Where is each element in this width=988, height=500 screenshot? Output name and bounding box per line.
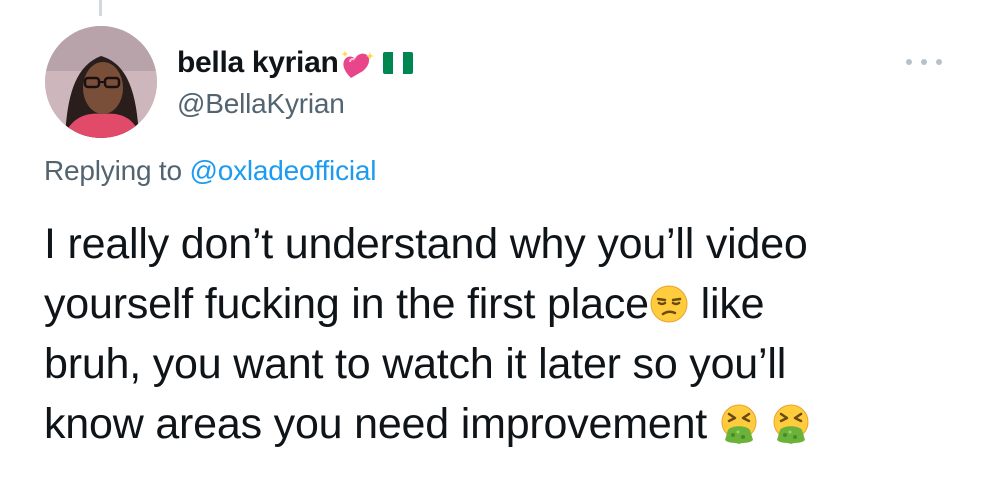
flag-stripe [402, 52, 413, 74]
tweet-text-segment: bruh, you want to watch it later so you’… [44, 340, 787, 388]
flag-stripe [392, 52, 403, 74]
thread-connector-line [99, 0, 102, 16]
tweet-line: I really don’t understand why you’ll vid… [44, 214, 964, 274]
face-vomiting-icon [771, 404, 811, 444]
tweet-line: bruh, you want to watch it later so you’… [44, 334, 964, 394]
tweet-text-segment: yourself fucking in the first place [44, 280, 649, 328]
more-dot [906, 59, 912, 65]
tweet-text-segment: know areas you need improvement [44, 400, 719, 448]
display-name[interactable]: bella kyrian [177, 46, 339, 80]
tweet-text-segment: I really don’t understand why you’ll vid… [44, 220, 808, 268]
avatar-image [45, 26, 157, 138]
unamused-face-icon [649, 284, 689, 324]
author-name-row[interactable]: bella kyrian [177, 44, 413, 82]
more-options-icon[interactable] [906, 54, 942, 70]
avatar[interactable] [45, 26, 157, 138]
user-handle[interactable]: @BellaKyrian [177, 88, 345, 120]
tweet-line: know areas you need improvement [44, 394, 964, 454]
flag-stripe [382, 52, 393, 74]
face-vomiting-icon [719, 404, 759, 444]
tweet-line: yourself fucking in the first place like [44, 274, 964, 334]
sparkling-heart-icon [341, 50, 375, 80]
reply-prefix: Replying to [44, 155, 182, 186]
more-dot [921, 59, 927, 65]
more-dot [936, 59, 942, 65]
reply-to-mention-link[interactable]: @oxladeofficial [189, 155, 376, 186]
replying-to: Replying to @oxladeofficial [44, 155, 376, 187]
nigeria-flag-icon [382, 52, 413, 74]
tweet-text-segment: like [688, 280, 765, 328]
tweet-text: I really don’t understand why you’ll vid… [44, 214, 964, 454]
